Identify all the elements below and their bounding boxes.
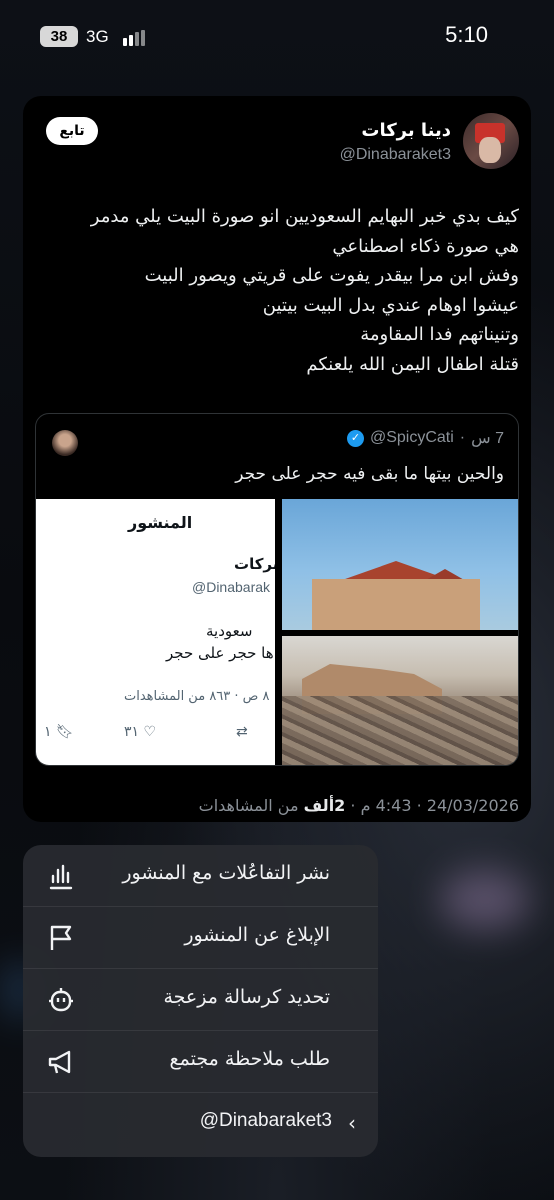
destroyed-house-photo[interactable] <box>282 636 518 765</box>
menu-item-request-community-note[interactable]: طلب ملاحظة مجتمع <box>23 1031 378 1093</box>
chevron-left-icon: ‹ <box>348 1111 356 1135</box>
rubble-shape <box>282 696 518 765</box>
bookmark-count: ١ <box>44 724 52 740</box>
clock: 5:10 <box>445 22 488 47</box>
screenshot-meta: ٨ ص · ٨٦٣ من المشاهدات <box>124 689 270 704</box>
house-photo[interactable] <box>282 499 518 630</box>
like-count: ٣١ <box>124 724 140 740</box>
post-date: 24/03/2026 <box>426 796 519 815</box>
verified-badge-icon: ✓ <box>346 429 364 447</box>
post-card[interactable]: دينا بركات @Dinabaraket3 تابع كيف بدي خب… <box>23 96 531 822</box>
menu-item-label: نشر التفاعُلات مع المنشور <box>122 862 330 884</box>
menu-item-mark-spam[interactable]: تحديد كرسالة مزعجة <box>23 969 378 1031</box>
quoted-time: 7 س <box>471 430 504 447</box>
screenshot-line: سعودية <box>206 622 253 640</box>
background-blur <box>440 870 530 930</box>
menu-item-label: طلب ملاحظة مجتمع <box>169 1048 330 1070</box>
follow-button[interactable]: تابع <box>46 117 98 145</box>
meta-dot: · <box>345 796 356 815</box>
views-label: من المشاهدات <box>198 796 299 815</box>
heart-icon: ♡ <box>143 724 157 740</box>
signal-icon <box>123 30 151 46</box>
quoted-screenshot-image[interactable]: المنشور بركات @Dinabarak سعودية ها حجر ع… <box>36 499 275 765</box>
quoted-dot: · <box>459 429 466 446</box>
post-text-line: كيف بدي خبر البهايم السعوديين انو صورة ا… <box>90 206 519 227</box>
post-text-line: عيشوا اوهام عندي بدل البيت بيتين <box>262 294 519 316</box>
bar-chart-icon <box>49 864 73 890</box>
screenshot-handle: @Dinabarak <box>192 579 271 595</box>
bookmark-icon: 🔖︎ <box>55 724 74 740</box>
quoted-handle: @SpicyCati <box>369 429 454 446</box>
robot-icon <box>49 988 73 1012</box>
post-text-line: هي صورة ذكاء اصطناعي <box>332 235 519 257</box>
post-text-line: قتلة اطفال اليمن الله يلعنكم <box>306 353 519 375</box>
post-text-line: وتنيناتهم فدا المقاومة <box>360 324 519 345</box>
status-bar: 38 3G 5:10 <box>0 0 554 76</box>
views-count: 2ألف <box>303 796 346 815</box>
network-type: 3G <box>86 27 109 46</box>
post-time: 4:43 م <box>360 796 412 815</box>
screenshot-title: المنشور <box>128 513 193 532</box>
post-text: كيف بدي خبر البهايم السعوديين انو صورة ا… <box>35 202 519 379</box>
house-wall <box>312 579 480 630</box>
quoted-avatar <box>52 430 78 456</box>
flag-icon <box>50 925 72 950</box>
author-name[interactable]: دينا بركات <box>361 120 451 141</box>
author-handle[interactable]: @Dinabaraket3 <box>340 146 451 164</box>
quoted-header: ✓ @SpicyCati · 7 س <box>346 428 504 448</box>
quoted-text: والحين بيتها ما بقى فيه حجر على حجر <box>235 464 504 484</box>
menu-item-label: الإبلاغ عن المنشور <box>184 924 330 946</box>
screenshot-likes: ٣١ ♡ <box>124 724 156 740</box>
menu-item-profile[interactable]: @Dinabaraket3 ‹ <box>23 1093 378 1155</box>
screenshot-name: بركات <box>234 555 275 573</box>
profile-label: @Dinabaraket3 <box>199 1110 332 1131</box>
meta-dot: · <box>411 796 422 815</box>
context-menu: نشر التفاعُلات مع المنشور الإبلاغ عن الم… <box>23 845 378 1157</box>
screenshot-line: ها حجر على حجر <box>166 644 274 662</box>
post-meta: 24/03/2026 · 4:43 م · 2ألف من المشاهدات <box>199 796 519 815</box>
post-text-line: وفش ابن مرا بيقدر يفوت على قريتي ويصور ا… <box>144 265 519 286</box>
battery-indicator: 38 <box>40 26 78 47</box>
screenshot-bookmark: ١ 🔖︎ <box>44 724 74 740</box>
menu-item-view-engagements[interactable]: نشر التفاعُلات مع المنشور <box>23 845 378 907</box>
megaphone-icon <box>48 1050 71 1074</box>
repost-icon: ⇄ <box>236 724 248 740</box>
menu-item-report-post[interactable]: الإبلاغ عن المنشور <box>23 907 378 969</box>
menu-item-label: تحديد كرسالة مزعجة <box>163 986 330 1008</box>
avatar[interactable] <box>463 113 519 169</box>
quoted-post[interactable]: ✓ @SpicyCati · 7 س والحين بيتها ما بقى ف… <box>35 413 519 766</box>
